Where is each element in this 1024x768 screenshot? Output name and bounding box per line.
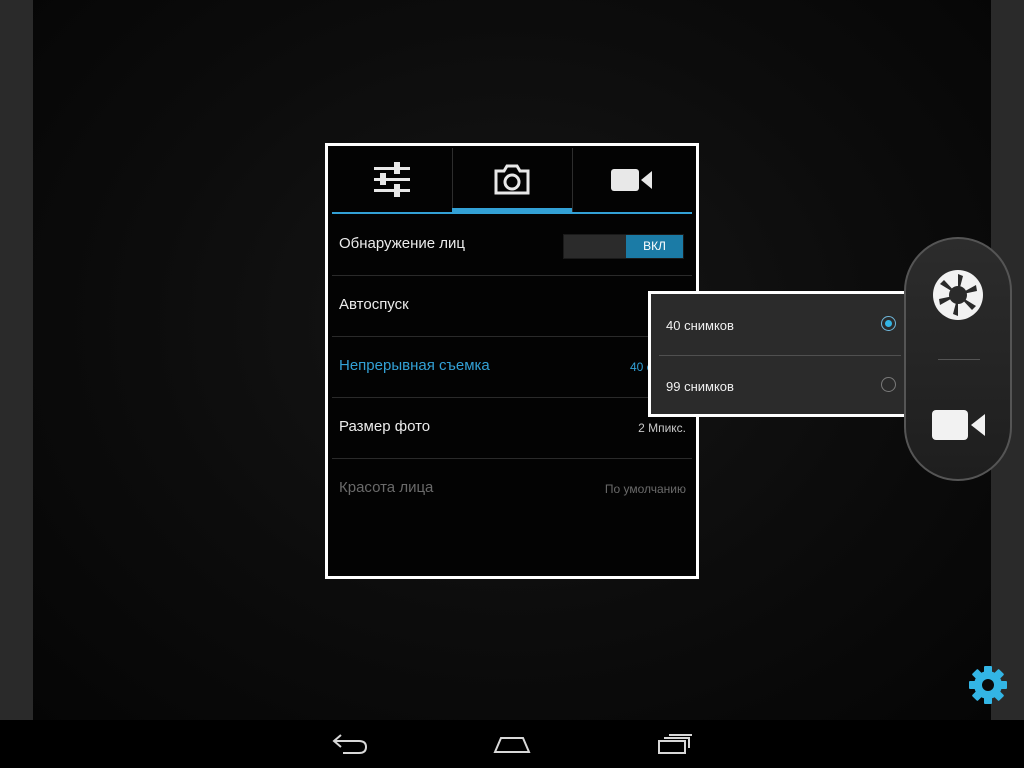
video-camera-icon[interactable] bbox=[931, 408, 987, 442]
video-camera-icon bbox=[611, 169, 652, 191]
burst-count-popup: 40 снимков 99 снимков bbox=[648, 291, 912, 417]
settings-tabs bbox=[332, 146, 692, 214]
option-label: 99 снимков bbox=[666, 379, 734, 394]
system-navbar bbox=[0, 720, 1024, 768]
face-beauty-value: По умолчанию bbox=[604, 482, 686, 496]
radio-unselected[interactable] bbox=[881, 377, 896, 392]
self-timer-label: Автоспуск bbox=[339, 296, 409, 313]
setting-self-timer[interactable]: Автоспуск bbox=[332, 276, 692, 337]
option-40-shots[interactable]: 40 снимков bbox=[659, 294, 901, 355]
radio-selected[interactable] bbox=[881, 316, 896, 331]
burst-label: Непрерывная съемка bbox=[339, 357, 490, 374]
face-detection-label: Обнаружение лиц bbox=[339, 235, 465, 252]
tab-general-settings[interactable] bbox=[332, 146, 452, 214]
shutter-icon[interactable] bbox=[932, 269, 984, 321]
setting-face-detection[interactable]: Обнаружение лиц ВКЛ bbox=[332, 215, 692, 276]
photo-size-value: 2 Мпикс. bbox=[638, 421, 686, 435]
face-detection-toggle[interactable]: ВКЛ bbox=[563, 234, 684, 259]
divider bbox=[938, 359, 980, 360]
recents-button[interactable] bbox=[635, 720, 715, 768]
toggle-on-label: ВКЛ bbox=[626, 235, 683, 258]
camera-icon bbox=[494, 164, 530, 195]
recents-icon bbox=[658, 734, 692, 754]
gear-icon[interactable] bbox=[968, 665, 1008, 705]
sliders-icon bbox=[374, 162, 410, 197]
tab-video-settings[interactable] bbox=[572, 146, 692, 214]
camera-settings-panel: Обнаружение лиц ВКЛ Автоспуск Непрерывна… bbox=[325, 143, 699, 579]
back-button[interactable] bbox=[310, 720, 390, 768]
home-button[interactable] bbox=[472, 720, 552, 768]
home-icon bbox=[493, 737, 531, 753]
tab-photo-settings[interactable] bbox=[452, 146, 572, 214]
back-icon bbox=[332, 734, 368, 754]
setting-photo-size[interactable]: Размер фото 2 Мпикс. bbox=[332, 398, 692, 459]
setting-face-beauty: Красота лица По умолчанию bbox=[332, 459, 692, 520]
setting-burst[interactable]: Непрерывная съемка 40 сни bbox=[332, 337, 692, 398]
capture-controls bbox=[904, 237, 1012, 481]
option-label: 40 снимков bbox=[666, 318, 734, 333]
face-beauty-label: Красота лица bbox=[339, 479, 434, 496]
photo-size-label: Размер фото bbox=[339, 418, 431, 435]
option-99-shots[interactable]: 99 снимков bbox=[659, 355, 901, 416]
